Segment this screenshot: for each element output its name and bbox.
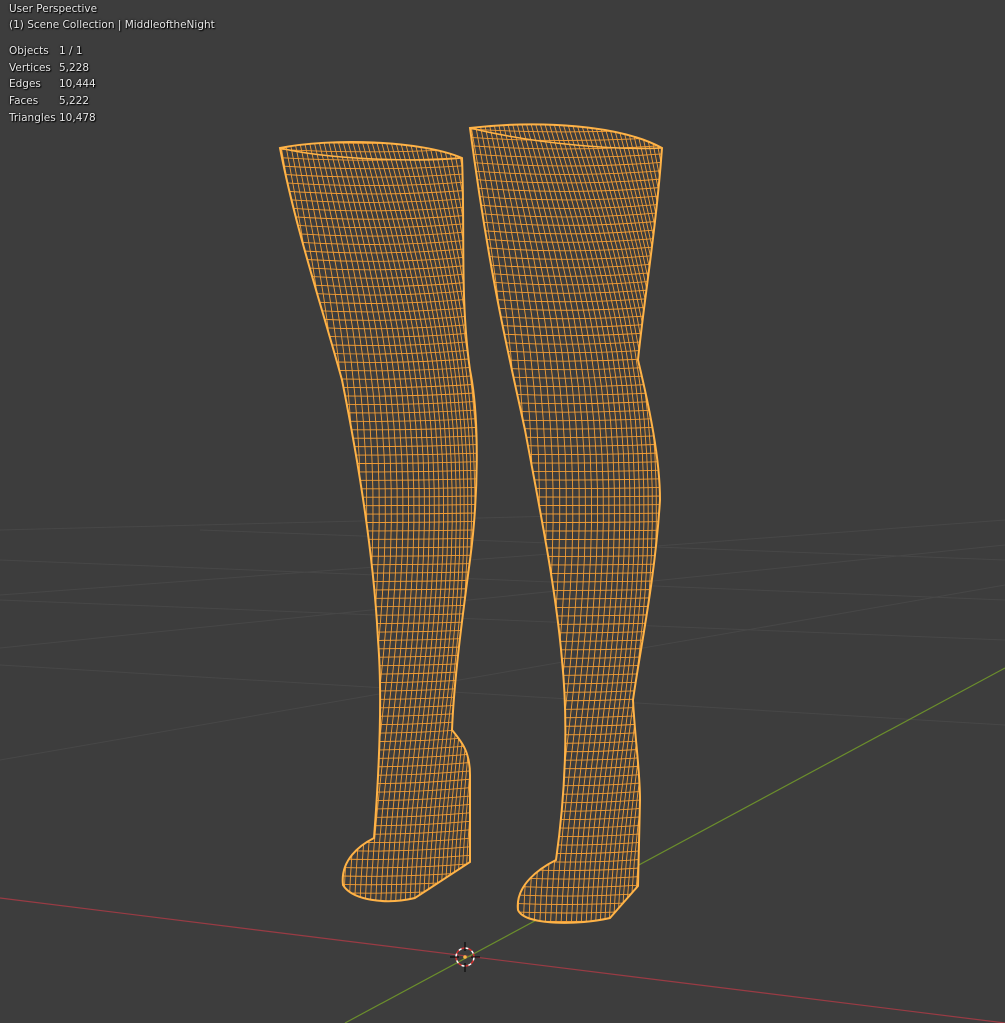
stat-label: Triangles [9, 111, 56, 124]
view-name-label: User Perspective [9, 3, 98, 15]
x-axis-line [0, 897, 1005, 1023]
stat-value: 10,478 [59, 111, 96, 124]
stat-value: 5,228 [59, 61, 90, 74]
stat-label: Edges [9, 78, 41, 91]
collection-label: (1) Scene Collection | MiddleoftheNight [9, 19, 215, 31]
3d-cursor-icon[interactable] [450, 942, 480, 972]
stat-value: 1 / 1 [59, 45, 83, 57]
3d-viewport[interactable]: User Perspective (1) Scene Collection | … [0, 0, 1005, 1023]
stat-label: Objects [9, 45, 49, 57]
stat-value: 10,444 [59, 78, 96, 91]
viewport-scene[interactable] [0, 0, 1005, 1023]
left-boot-mesh [278, 141, 478, 903]
stat-label: Vertices [9, 61, 51, 74]
stat-label: Faces [9, 95, 39, 108]
floor-grid [0, 514, 1005, 761]
stat-value: 5,222 [59, 95, 90, 108]
